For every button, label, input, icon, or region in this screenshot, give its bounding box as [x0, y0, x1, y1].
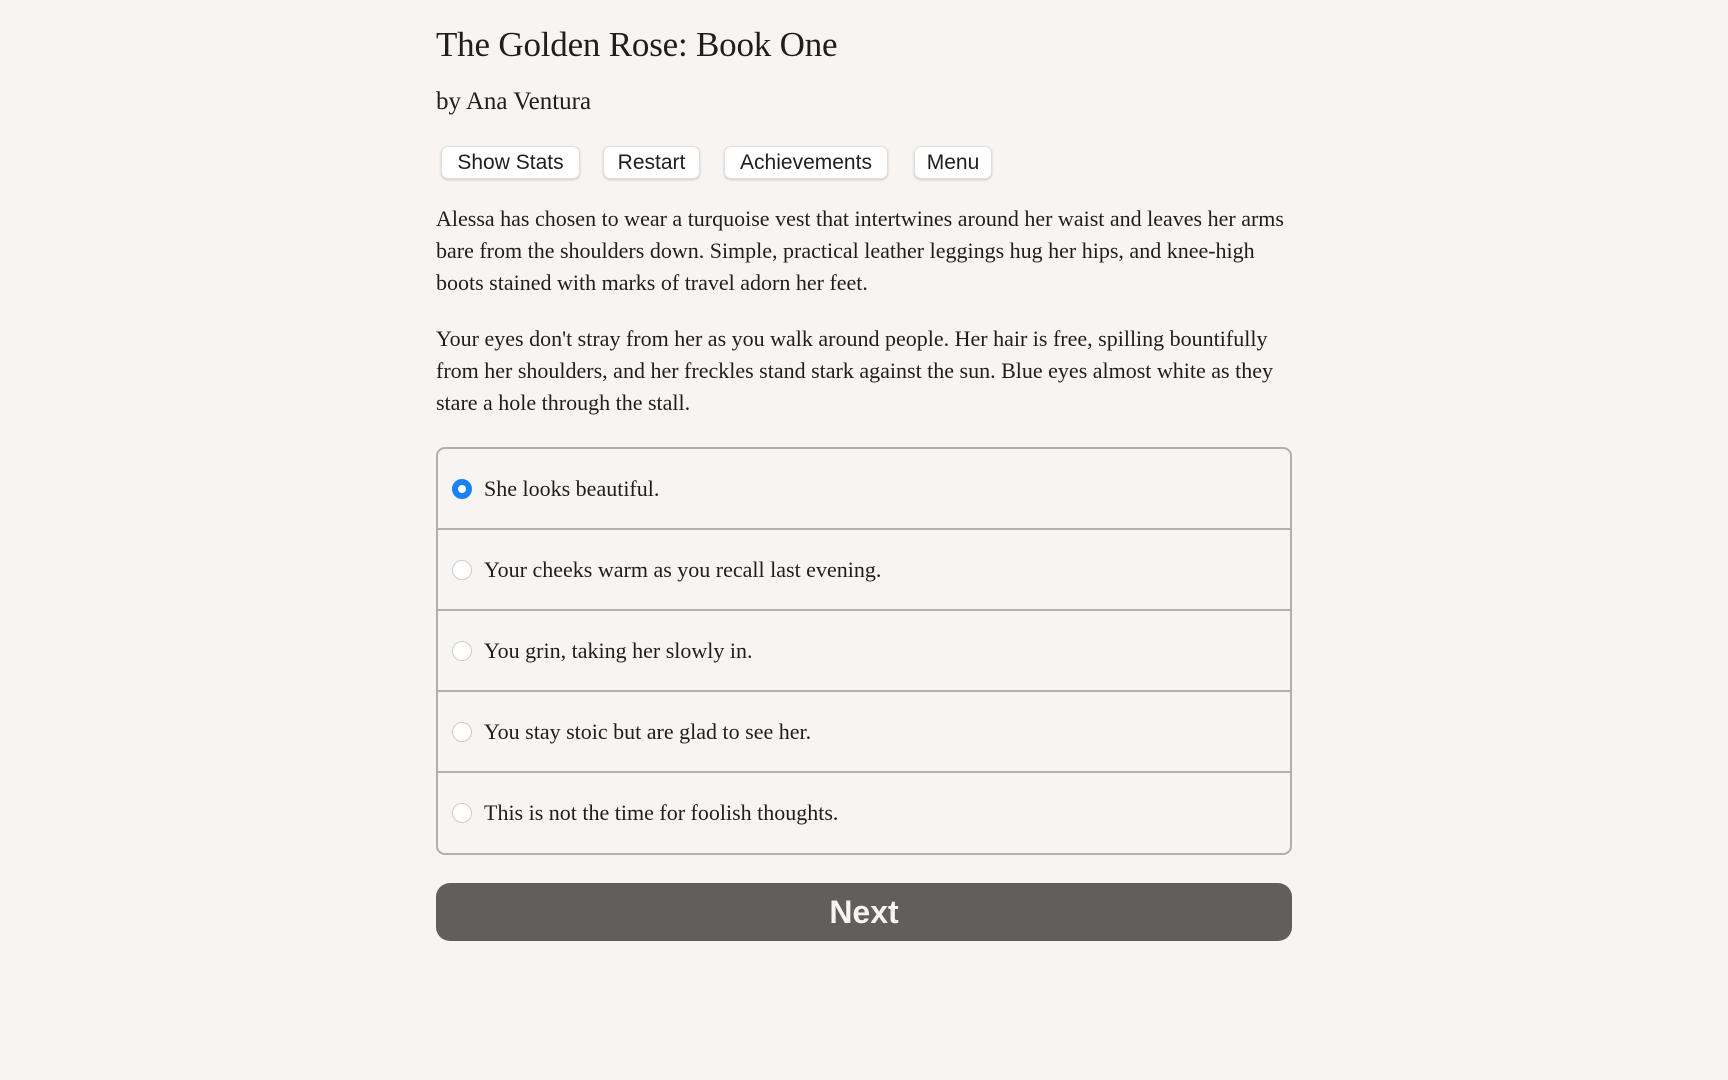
choice-option[interactable]: You grin, taking her slowly in.: [438, 611, 1290, 692]
choice-label: You grin, taking her slowly in.: [484, 637, 753, 663]
choice-label: She looks beautiful.: [484, 475, 660, 501]
choice-option[interactable]: You stay stoic but are glad to see her.: [438, 692, 1290, 773]
radio-unselected-icon[interactable]: [452, 640, 472, 661]
choice-option[interactable]: This is not the time for foolish thought…: [438, 773, 1290, 853]
show-stats-button[interactable]: Show Stats: [441, 146, 580, 179]
story-paragraph: Your eyes don't stray from her as you wa…: [436, 326, 1273, 415]
choice-label: Your cheeks warm as you recall last even…: [484, 556, 882, 582]
menu-button[interactable]: Menu: [914, 146, 992, 179]
choice-option[interactable]: Your cheeks warm as you recall last even…: [438, 530, 1290, 611]
choice-option[interactable]: She looks beautiful.: [438, 449, 1290, 530]
restart-button[interactable]: Restart: [603, 146, 700, 179]
game-title: The Golden Rose: Book One: [436, 25, 838, 64]
choice-list: She looks beautiful. Your cheeks warm as…: [436, 447, 1292, 855]
achievements-button[interactable]: Achievements: [724, 146, 888, 179]
radio-unselected-icon[interactable]: [452, 721, 472, 742]
story-text: Alessa has chosen to wear a turquoise ve…: [436, 203, 1296, 443]
radio-unselected-icon[interactable]: [452, 559, 472, 580]
choice-label: You stay stoic but are glad to see her.: [484, 718, 812, 744]
next-button[interactable]: Next: [436, 883, 1292, 941]
author-byline: by Ana Ventura: [436, 88, 592, 115]
story-paragraph: Alessa has chosen to wear a turquoise ve…: [436, 206, 1284, 295]
radio-selected-icon[interactable]: [452, 478, 472, 499]
radio-unselected-icon[interactable]: [452, 803, 472, 823]
choice-label: This is not the time for foolish thought…: [484, 800, 839, 825]
